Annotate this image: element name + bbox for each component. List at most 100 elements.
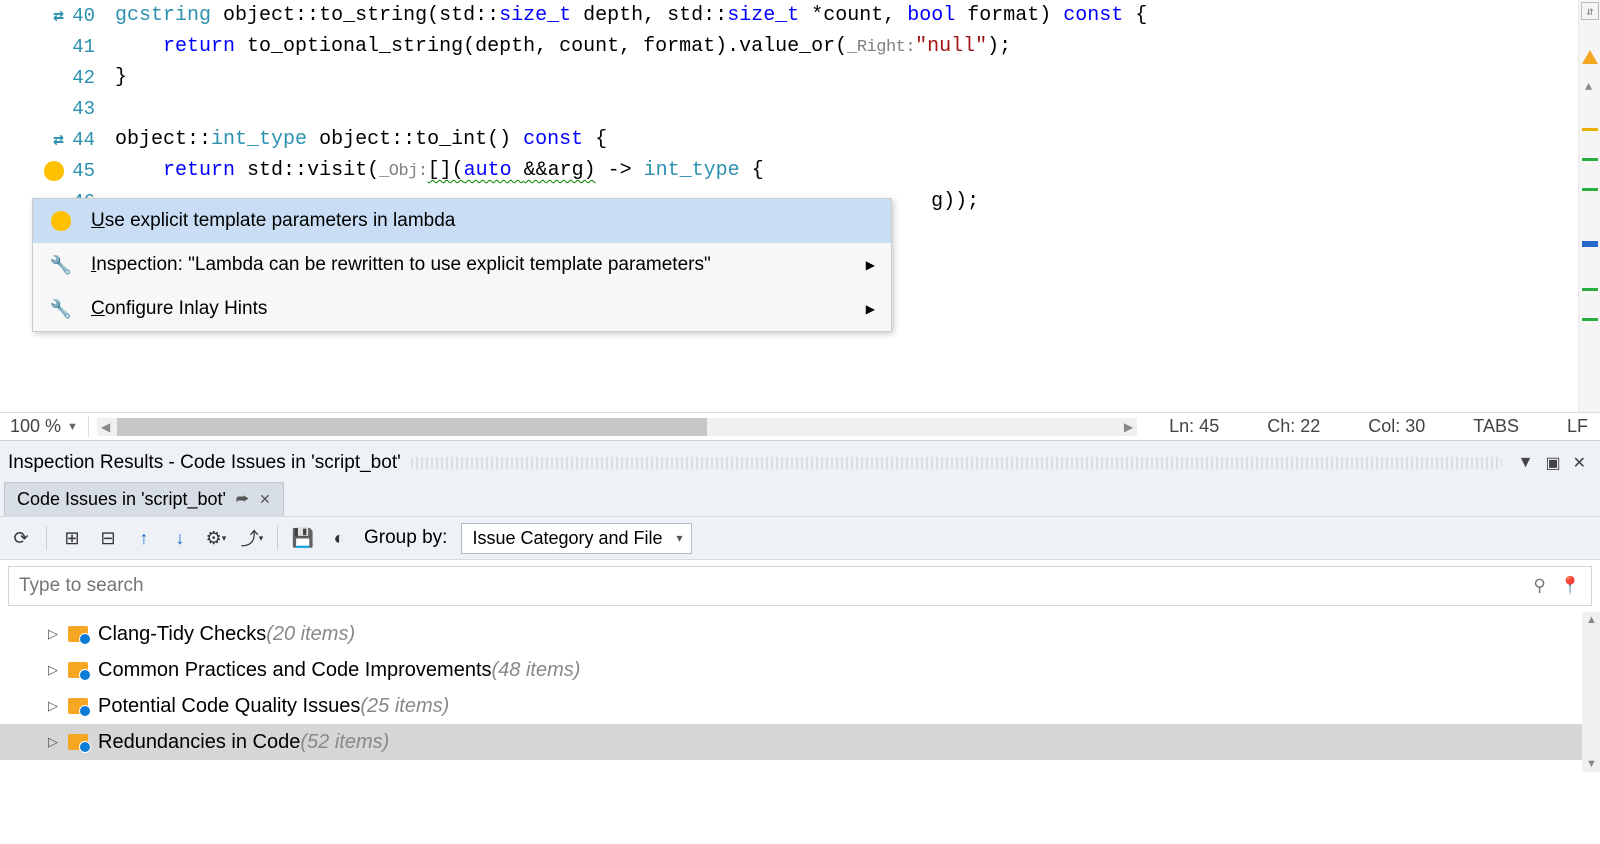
error-stripe[interactable]: ⇵ ▲: [1578, 0, 1600, 417]
collapse-all-icon[interactable]: ⊟: [97, 527, 119, 549]
info-mark[interactable]: [1582, 158, 1598, 161]
folder-info-icon: [68, 626, 88, 642]
tree-label: Common Practices and Code Improvements: [98, 659, 492, 682]
gutter[interactable]: ⇄: [0, 129, 70, 151]
tree-row[interactable]: ▷ Clang-Tidy Checks (20 items): [0, 616, 1600, 652]
code-content[interactable]: }: [115, 66, 1600, 89]
code-line[interactable]: ⇄ 44object::int_type object::to_int() con…: [0, 124, 1600, 155]
code-line[interactable]: 41 return to_optional_string(depth, coun…: [0, 31, 1600, 62]
status-col[interactable]: Col: 30: [1344, 416, 1449, 437]
line-number: 42: [70, 67, 115, 89]
status-char[interactable]: Ch: 22: [1243, 416, 1344, 437]
next-icon[interactable]: ↓: [169, 527, 191, 549]
tree-label: Potential Code Quality Issues: [98, 695, 360, 718]
wrench-icon: 🔧: [49, 297, 73, 321]
warning-mark[interactable]: [1582, 128, 1598, 131]
submenu-arrow-icon: ▶: [866, 302, 875, 316]
info-mark[interactable]: [1582, 188, 1598, 191]
refresh-icon[interactable]: ⟳: [10, 527, 32, 549]
line-number: 40: [70, 5, 115, 27]
change-marker-icon[interactable]: ⇄: [53, 5, 64, 27]
folder-info-icon: [68, 662, 88, 678]
tree-count: (20 items): [266, 623, 355, 646]
panel-grip[interactable]: [411, 457, 1502, 469]
tree-label: Clang-Tidy Checks: [98, 623, 266, 646]
line-number: 44: [70, 129, 115, 151]
close-icon[interactable]: ✕: [1567, 453, 1592, 473]
menu-item-label: Use explicit template parameters in lamb…: [91, 210, 455, 232]
status-line-endings[interactable]: LF: [1543, 416, 1600, 437]
expand-icon[interactable]: ▷: [48, 698, 62, 714]
code-line[interactable]: 43: [0, 93, 1600, 124]
code-line[interactable]: 42}: [0, 62, 1600, 93]
code-content[interactable]: return to_optional_string(depth, count, …: [115, 35, 1600, 58]
code-content[interactable]: object::int_type object::to_int() const …: [115, 128, 1600, 151]
panel-menu-icon[interactable]: ▼: [1512, 454, 1540, 472]
line-number: 41: [70, 36, 115, 58]
tab-close-icon[interactable]: ✕: [259, 491, 271, 508]
menu-item[interactable]: Use explicit template parameters in lamb…: [33, 199, 891, 243]
code-line[interactable]: ⇄ 40gcstring object::to_string(std::size_…: [0, 0, 1600, 31]
tree-vertical-scrollbar[interactable]: ▲ ▼: [1582, 612, 1600, 772]
panel-title: Inspection Results - Code Issues in 'scr…: [8, 452, 401, 474]
zoom-dropdown[interactable]: 100 %▼: [0, 416, 89, 437]
group-by-dropdown[interactable]: Issue Category and File: [461, 523, 691, 554]
tree-row[interactable]: ▷Common Practices and Code Improvements …: [0, 652, 1600, 688]
pin-icon[interactable]: ▣: [1539, 453, 1566, 473]
save-icon[interactable]: 💾: [292, 527, 314, 549]
wrench-icon: 🔧: [49, 253, 73, 277]
panel-header: Inspection Results - Code Issues in 'scr…: [0, 446, 1600, 480]
export-icon[interactable]: ⤴▾: [241, 527, 263, 549]
gutter[interactable]: [0, 161, 70, 181]
folder-info-icon: [68, 698, 88, 714]
menu-item[interactable]: 🔧 Inspection: "Lambda can be rewritten to…: [33, 243, 891, 287]
prev-icon[interactable]: ↑: [133, 527, 155, 549]
filter-icon[interactable]: ◐: [328, 527, 350, 549]
tree-count: (25 items): [360, 695, 449, 718]
gutter[interactable]: ⇄: [0, 5, 70, 27]
group-by-label: Group by:: [364, 527, 447, 549]
expand-icon[interactable]: ▷: [48, 662, 62, 678]
caret-mark[interactable]: [1582, 241, 1598, 247]
horizontal-scrollbar[interactable]: ◀ ▶: [97, 418, 1137, 436]
expand-icon[interactable]: ▷: [48, 734, 62, 750]
warning-indicator-icon[interactable]: [1582, 50, 1598, 64]
info-mark[interactable]: [1582, 318, 1598, 321]
folder-info-icon: [68, 734, 88, 750]
tree-row[interactable]: ▷Redundancies in Code (52 items): [0, 724, 1600, 760]
submenu-arrow-icon: ▶: [866, 258, 875, 272]
tab-label: Code Issues in 'script_bot': [17, 489, 226, 510]
tab-code-issues[interactable]: Code Issues in 'script_bot' ⮫ ✕: [4, 482, 284, 516]
change-marker-icon[interactable]: ⇄: [53, 129, 64, 151]
search-input[interactable]: [19, 575, 1533, 597]
expand-all-icon[interactable]: ⊞: [61, 527, 83, 549]
search-options-icon[interactable]: ⚲: [1533, 576, 1545, 597]
panel-search-row: ⚲ 📍: [8, 566, 1592, 606]
split-icon[interactable]: ⇵: [1581, 2, 1599, 20]
settings-icon[interactable]: ⚙▾: [205, 527, 227, 549]
info-mark[interactable]: [1582, 288, 1598, 291]
tree-count: (52 items): [300, 731, 389, 754]
search-pin-icon[interactable]: 📍: [1560, 576, 1581, 597]
panel-tab-bar: Code Issues in 'script_bot' ⮫ ✕: [0, 480, 1600, 516]
status-tabs[interactable]: TABS: [1449, 416, 1543, 437]
tab-pin-icon[interactable]: ⮫: [236, 491, 249, 508]
issues-tree[interactable]: ▷ Clang-Tidy Checks (20 items) ▷ Common Pra…: [0, 612, 1600, 772]
tree-row[interactable]: ▷ Potential Code Quality Issues (25 items…: [0, 688, 1600, 724]
tree-count: (48 items): [492, 659, 581, 682]
code-line[interactable]: 45 return std::visit(_Obj:[](auto &&arg)…: [0, 155, 1600, 186]
status-line[interactable]: Ln: 45: [1145, 416, 1243, 437]
menu-item[interactable]: 🔧Configure Inlay Hints▶: [33, 287, 891, 331]
menu-item-label: Inspection: "Lambda can be rewritten to …: [91, 254, 711, 276]
code-editor[interactable]: ⇄ 40gcstring object::to_string(std::size_…: [0, 0, 1600, 440]
lightbulb-icon: [49, 209, 73, 233]
line-number: 45: [70, 160, 115, 182]
expand-icon[interactable]: ▷: [48, 626, 62, 642]
lightbulb-icon[interactable]: [44, 161, 64, 181]
scroll-up-icon[interactable]: ▲: [1585, 80, 1592, 94]
code-content[interactable]: gcstring object::to_string(std::size_t d…: [115, 4, 1600, 27]
code-content[interactable]: return std::visit(_Obj:[](auto &&arg) ->…: [115, 159, 1600, 182]
scrollbar-thumb[interactable]: [117, 418, 707, 436]
panel-toolbar: ⟳ ⊞ ⊟ ↑ ↓ ⚙▾ ⤴▾ 💾 ◐ Group by: Issue Cate…: [0, 516, 1600, 560]
editor-status-bar: 100 %▼ ◀ ▶ Ln: 45 Ch: 22 Col: 30 TABS LF: [0, 412, 1600, 440]
